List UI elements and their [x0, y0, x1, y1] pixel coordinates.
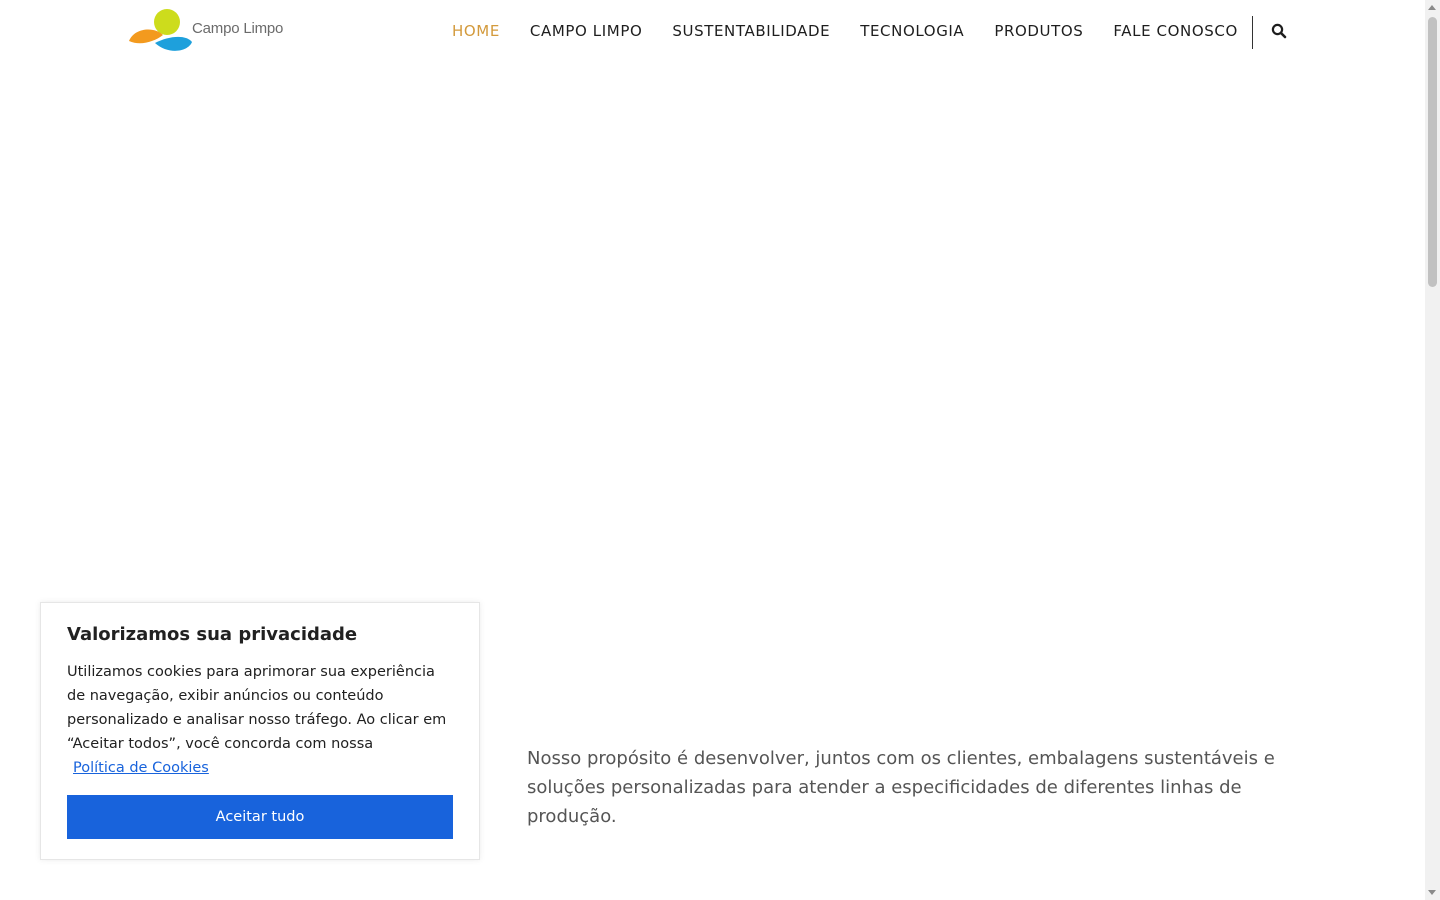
cookie-title: Valorizamos sua privacidade	[67, 624, 358, 645]
nav-item-tecnologia[interactable]: TECNOLOGIA	[860, 22, 964, 40]
campo-limpo-logo-icon	[129, 9, 192, 51]
cookie-policy-link[interactable]: Política de Cookies	[73, 756, 209, 780]
nav-item-produtos[interactable]: PRODUTOS	[994, 22, 1083, 40]
cookie-description-text: Utilizamos cookies para aprimorar sua ex…	[67, 664, 447, 752]
scroll-up-arrow-icon[interactable]	[1428, 5, 1436, 10]
logo-link[interactable]: Campo Limpo	[128, 8, 288, 54]
cookie-description: Utilizamos cookies para aprimorar sua ex…	[67, 660, 453, 780]
nav-item-campo-limpo[interactable]: CAMPO LIMPO	[530, 22, 642, 40]
nav-item-fale-conosco[interactable]: FALE CONOSCO	[1113, 22, 1237, 40]
purpose-text: Nosso propósito é desenvolver, juntos co…	[527, 748, 1275, 827]
nav-divider	[1252, 16, 1253, 49]
search-button[interactable]	[1270, 22, 1288, 40]
scroll-down-arrow-icon[interactable]	[1428, 890, 1436, 895]
vertical-scrollbar[interactable]	[1425, 0, 1440, 900]
page: Campo Limpo HOME CAMPO LIMPO SUSTENTABIL…	[0, 0, 1440, 900]
nav-item-home[interactable]: HOME	[452, 22, 500, 40]
nav-item-sustentabilidade[interactable]: SUSTENTABILIDADE	[672, 22, 830, 40]
main-nav: HOME CAMPO LIMPO SUSTENTABILIDADE TECNOL…	[452, 20, 1268, 42]
site-header: Campo Limpo HOME CAMPO LIMPO SUSTENTABIL…	[0, 0, 1425, 62]
search-icon	[1271, 23, 1287, 39]
logo-text: Campo Limpo	[192, 20, 284, 37]
scrollbar-thumb[interactable]	[1428, 17, 1437, 287]
accept-all-button[interactable]: Aceitar tudo	[67, 795, 453, 839]
cookie-consent-banner: Valorizamos sua privacidade Utilizamos c…	[40, 602, 480, 860]
